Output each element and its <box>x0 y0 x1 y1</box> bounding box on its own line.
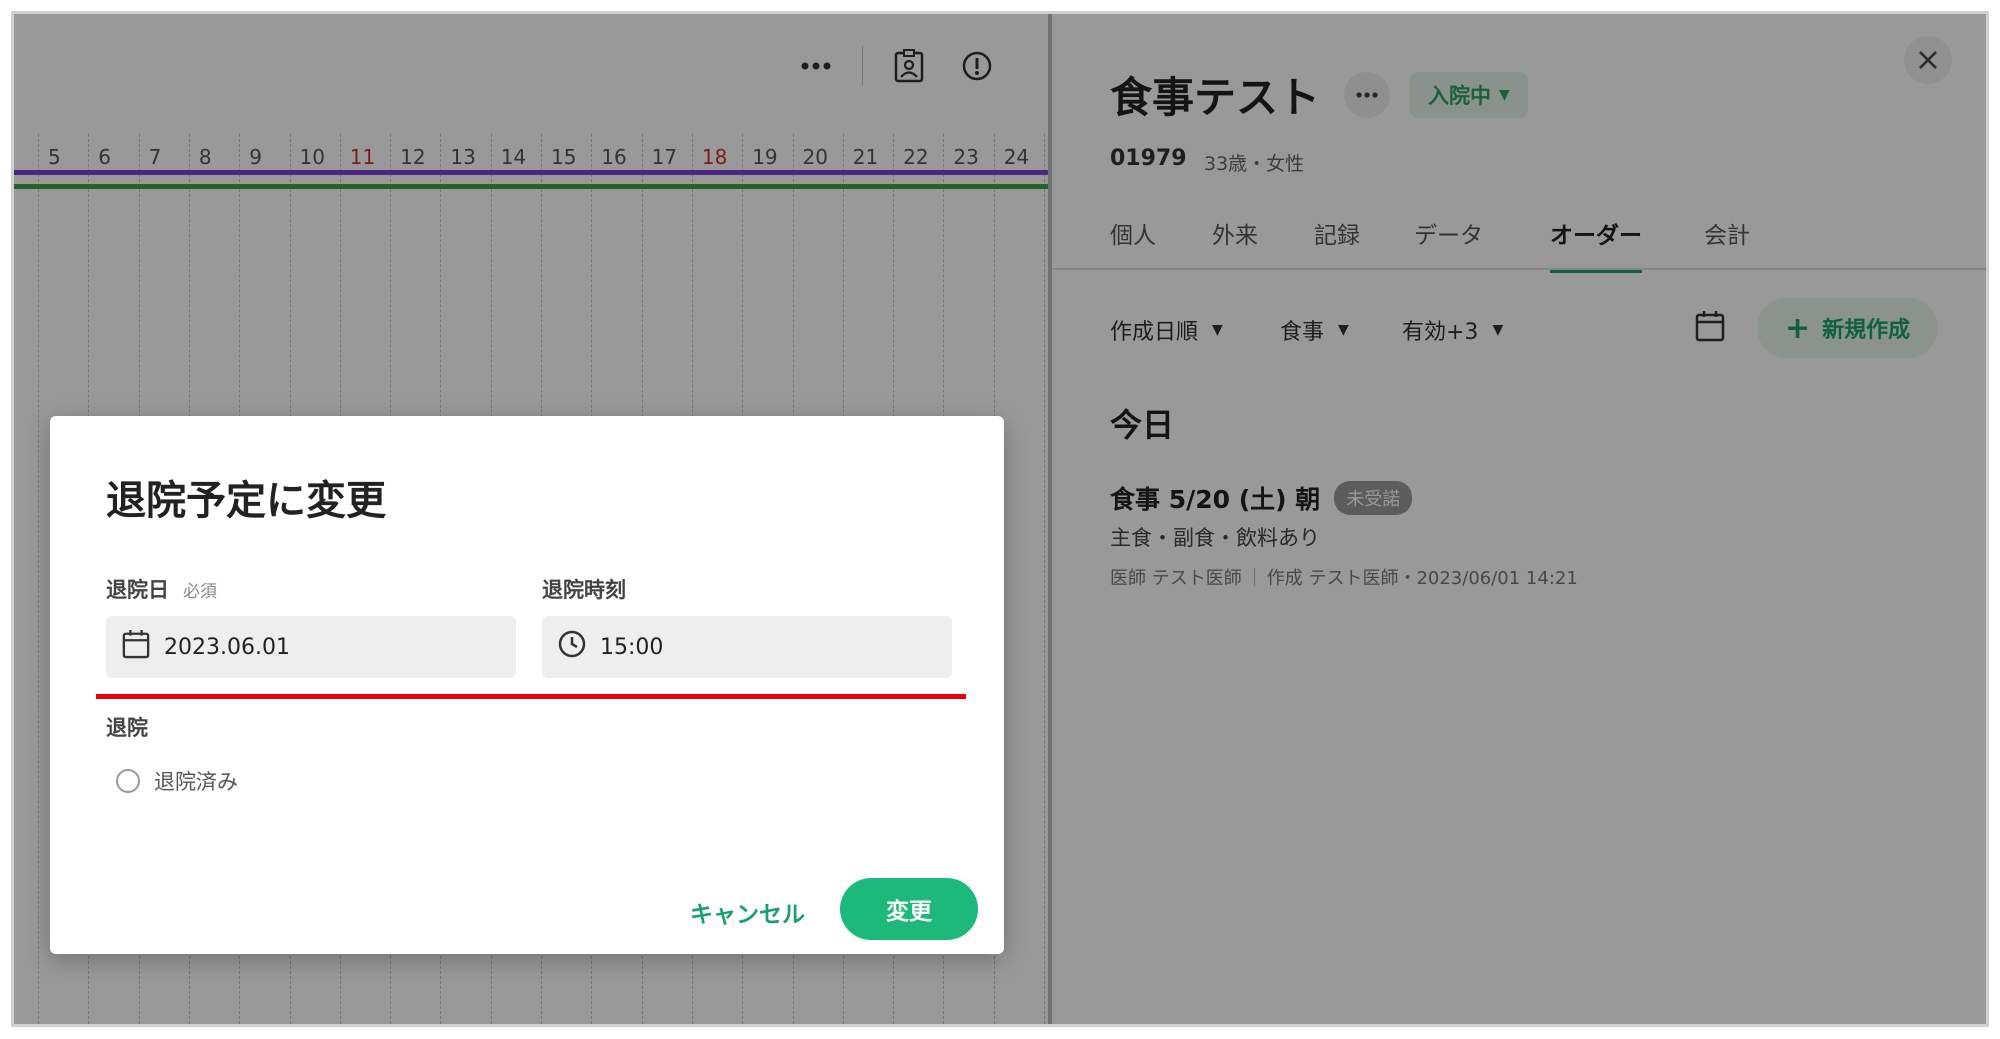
discharge-time-field[interactable]: 15:00 <box>542 616 952 678</box>
confirm-button[interactable]: 変更 <box>840 878 978 940</box>
discharge-date-field[interactable]: 2023.06.01 <box>106 616 516 678</box>
dialog-title: 退院予定に変更 <box>106 478 386 524</box>
cancel-button[interactable]: キャンセル <box>678 882 817 942</box>
discharged-radio-option[interactable]: 退院済み <box>116 766 238 796</box>
clock-icon <box>558 630 586 664</box>
required-mark: 必須 <box>183 582 217 602</box>
date-value: 2023.06.01 <box>164 634 290 660</box>
discharge-dialog: 退院予定に変更 退院日 必須 2023.06.01 退院時刻 15:00 退院 退… <box>50 416 1004 954</box>
calendar-icon <box>122 629 150 665</box>
date-label-text: 退院日 <box>106 578 169 602</box>
radio-button[interactable] <box>116 769 140 793</box>
discharge-time-label: 退院時刻 <box>542 578 626 602</box>
discharge-label: 退院 <box>106 716 148 740</box>
highlight-underline <box>96 694 966 699</box>
discharged-option-label: 退院済み <box>154 770 238 794</box>
time-value: 15:00 <box>600 634 664 660</box>
discharge-date-label: 退院日 必須 <box>106 574 217 604</box>
app-window: 5 6 7 8 9 10 11 12 13 14 15 16 17 18 19 20 21 22 23 24 食事テス… <box>14 14 1986 1024</box>
